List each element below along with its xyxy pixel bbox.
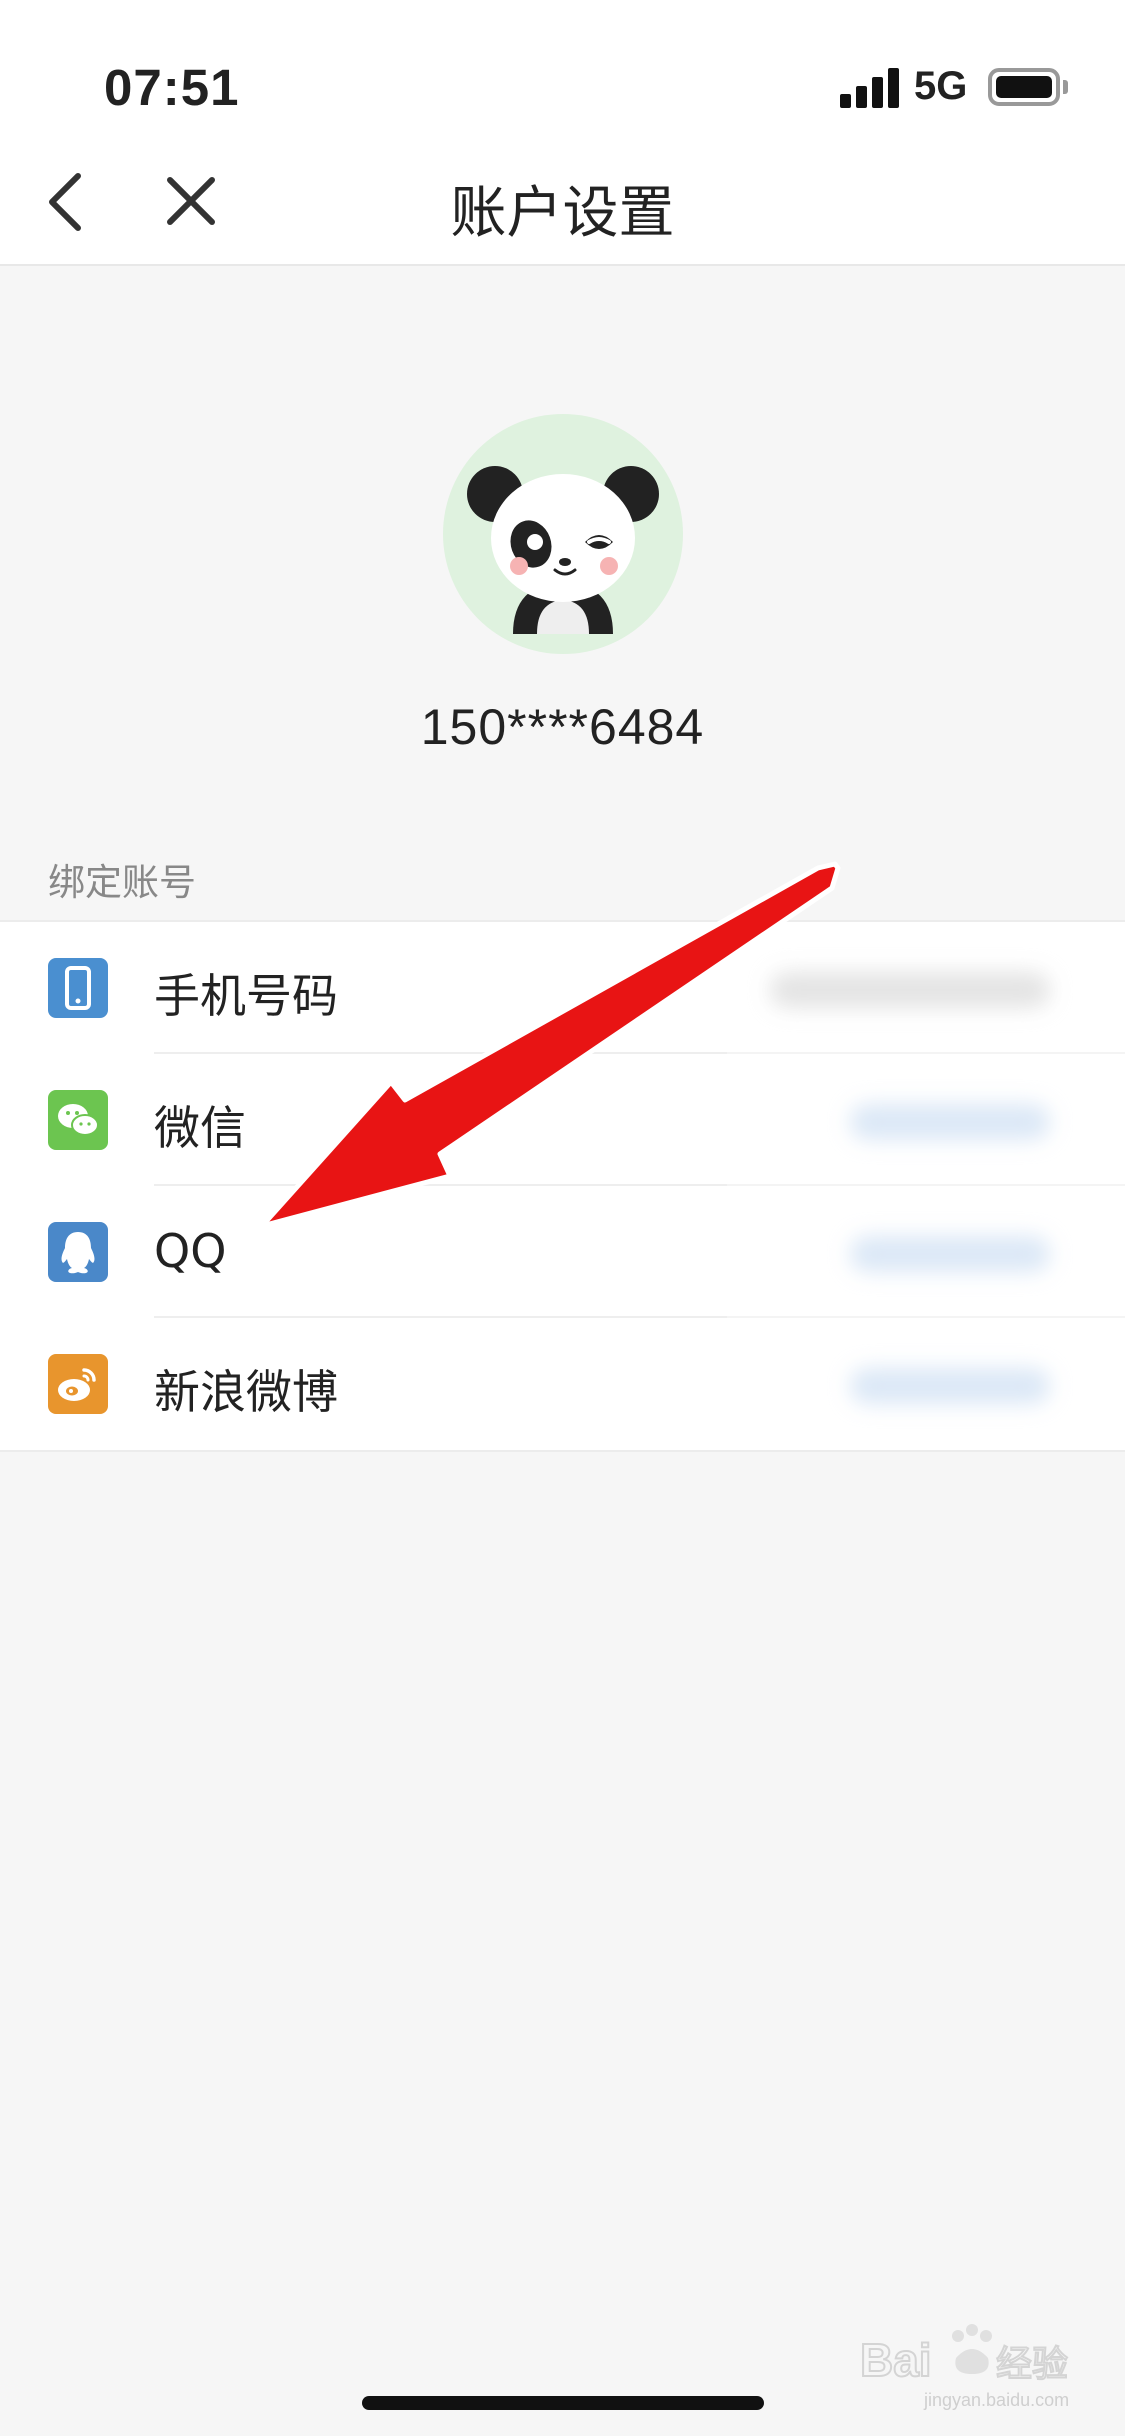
list-item-label: 新浪微博 [154,1365,338,1419]
masked-phone-number: 150****6484 [420,699,705,755]
watermark-url: jingyan.baidu.com [924,2390,1070,2410]
network-type: 5G [914,64,968,108]
svg-text:Bai: Bai [860,2334,932,2386]
list-item-label: QQ [154,1224,227,1278]
svg-text:经验: 经验 [996,2344,1068,2385]
status-bar: 07:51 5G [0,0,1125,140]
battery-cap [1063,80,1068,94]
weibo-icon [48,1354,108,1414]
section-label-bound-accounts: 绑定账号 [48,861,196,904]
baidu-jingyan-watermark: Bai 经验 [859,2316,1100,2396]
profile-header: 150****6484 [0,266,1125,826]
bound-accounts-list: 手机号码 微信 QQ 新浪微博 [0,920,1125,1452]
signal-bars-icon [840,66,900,108]
status-time: 07:51 [104,59,240,116]
nav-bar: 账户设置 [0,140,1125,266]
home-indicator [362,2396,764,2410]
battery-icon [988,68,1060,106]
page-title: 账户设置 [450,181,675,246]
wechat-icon [48,1090,108,1150]
qq-icon [48,1222,108,1282]
panda-avatar-icon[interactable] [443,414,683,654]
blur-overlay [727,922,1125,1450]
list-item-label: 微信 [154,1101,246,1155]
list-item-label: 手机号码 [154,969,338,1023]
phone-icon [48,958,108,1018]
